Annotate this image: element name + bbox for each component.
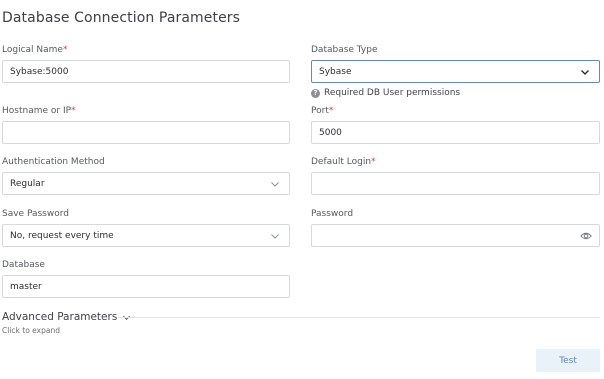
save-password-select[interactable]: No, request every time xyxy=(2,224,290,247)
logical-name-label: Logical Name* xyxy=(2,45,67,55)
hostname-label: Hostname or IP* xyxy=(2,106,76,116)
required-mark: * xyxy=(62,45,68,55)
default-login-label: Default Login* xyxy=(311,157,376,167)
database-type-select[interactable]: Sybase xyxy=(311,60,600,83)
test-button[interactable]: Test xyxy=(536,349,600,372)
default-login-field[interactable] xyxy=(311,172,600,195)
db-permissions-help[interactable]: ? Required DB User permissions xyxy=(311,88,460,98)
password-field[interactable] xyxy=(311,224,600,247)
port-label-text: Port xyxy=(311,106,329,116)
chevron-down-icon xyxy=(271,234,279,239)
advanced-parameters-title: Advanced Parameters xyxy=(2,311,118,323)
chevron-down-icon xyxy=(581,70,589,75)
database-type-label: Database Type xyxy=(311,45,378,55)
auth-method-value: Regular xyxy=(10,178,45,189)
password-label: Password xyxy=(311,209,354,219)
required-mark: * xyxy=(371,157,376,167)
port-field[interactable]: 5000 xyxy=(311,121,600,144)
auth-method-label: Authentication Method xyxy=(2,157,105,167)
chevron-down-icon xyxy=(271,182,279,187)
port-label: Port* xyxy=(311,106,333,116)
help-icon: ? xyxy=(311,88,320,98)
logical-name-value: Sybase:5000 xyxy=(10,66,69,77)
advanced-divider xyxy=(118,317,600,318)
advanced-parameters-toggle[interactable]: Advanced Parameters xyxy=(2,311,131,323)
database-field[interactable]: master xyxy=(2,275,290,298)
database-type-value: Sybase xyxy=(319,66,352,77)
default-login-label-text: Default Login xyxy=(311,157,372,167)
save-password-label: Save Password xyxy=(2,209,69,219)
db-permissions-help-text: Required DB User permissions xyxy=(324,88,461,98)
auth-method-select[interactable]: Regular xyxy=(2,172,290,195)
page-title: Database Connection Parameters xyxy=(2,10,241,26)
save-password-value: No, request every time xyxy=(10,230,114,241)
port-value: 5000 xyxy=(319,127,342,138)
hostname-label-text: Hostname or IP xyxy=(2,106,72,116)
required-mark: * xyxy=(71,106,76,116)
hostname-field[interactable] xyxy=(2,121,290,144)
eye-icon[interactable] xyxy=(580,231,592,241)
advanced-parameters-hint: Click to expand xyxy=(2,326,60,335)
database-value: master xyxy=(10,281,42,292)
logical-name-field[interactable]: Sybase:5000 xyxy=(2,60,290,83)
required-mark: * xyxy=(328,106,334,116)
database-label: Database xyxy=(2,260,45,270)
logical-name-label-text: Logical Name xyxy=(2,45,63,55)
